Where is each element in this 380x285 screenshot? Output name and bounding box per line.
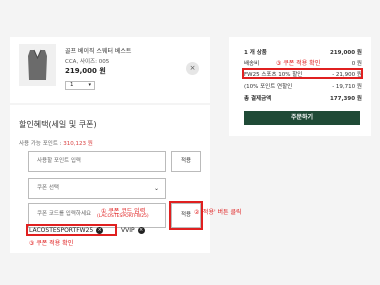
summary-value: 177,390 원	[329, 96, 362, 102]
coupon-code-placeholder: 쿠폰 코드를 입력하세요	[37, 211, 92, 217]
remove-item-button[interactable]: ×	[186, 62, 199, 75]
order-summary: 1 개 상품 219,000 원 배송비 0 원 ③ 쿠폰 적용 확인 FW25…	[229, 37, 371, 136]
annotation-step1-code: (LACOSTESPORTFW25)	[97, 214, 149, 219]
available-points-value: 310,123 원	[63, 141, 93, 147]
summary-value: - 19,710 원	[332, 84, 362, 90]
summary-label: 총 결제금액	[244, 96, 272, 102]
product-name[interactable]: 골프 베이직 스웨터 베스트	[65, 46, 131, 55]
product-card: 골프 베이직 스웨터 베스트 CCA, 사이즈: 005 219,000 원 1…	[10, 37, 210, 103]
annotation-step2: ② '적용' 버튼 클릭	[194, 209, 242, 216]
discount-section: 할인혜택(세일 및 쿠폰) 사용 가능 포인트 : 310,123 원 사용할 …	[10, 105, 210, 253]
summary-row: (10% 포인트 연할인 - 19,710 원	[244, 82, 362, 90]
quantity-value: 1	[70, 82, 74, 88]
applied-coupon-chip: VVIP ×	[121, 227, 145, 234]
summary-label: 배송비	[244, 61, 260, 67]
summary-row-total: 총 결제금액 177,390 원	[244, 94, 362, 102]
cart-page: 골프 베이직 스웨터 베스트 CCA, 사이즈: 005 219,000 원 1…	[0, 0, 380, 285]
product-options: CCA, 사이즈: 005	[65, 59, 110, 65]
applied-coupon-code: VVIP	[121, 227, 135, 234]
sweater-vest-icon	[28, 49, 47, 80]
points-apply-button[interactable]: 적용	[171, 151, 201, 172]
discount-title: 할인혜택(세일 및 쿠폰)	[19, 120, 97, 129]
summary-row: 1 개 상품 219,000 원	[244, 48, 362, 56]
product-image[interactable]	[19, 44, 56, 86]
annotation-step3-left: ③ 쿠폰 적용 확인	[29, 240, 74, 247]
annotation-step3-right: ③ 쿠폰 적용 확인	[276, 60, 321, 67]
summary-value: 0 원	[351, 61, 362, 67]
checkout-button[interactable]: 주문하기	[244, 111, 360, 125]
quantity-select[interactable]: 1 ▾	[65, 81, 95, 90]
chevron-down-icon: ⌄	[153, 185, 159, 192]
coupon-select-label: 쿠폰 선택	[37, 185, 59, 191]
close-icon[interactable]: ×	[137, 227, 145, 234]
points-input[interactable]: 사용할 포인트 입력	[28, 151, 166, 172]
summary-label: (10% 포인트 연할인	[244, 84, 293, 90]
summary-value: 219,000 원	[329, 50, 362, 56]
highlight-coupon-discount	[242, 68, 363, 79]
chevron-down-icon: ▾	[88, 82, 91, 88]
available-points-label: 사용 가능 포인트 :	[19, 141, 64, 147]
summary-label: 1 개 상품	[244, 50, 267, 56]
available-points: 사용 가능 포인트 : 310,123 원	[19, 139, 93, 147]
coupon-select[interactable]: 쿠폰 선택 ⌄	[28, 178, 166, 199]
product-price: 219,000 원	[65, 67, 106, 75]
highlight-applied-coupon	[26, 224, 117, 236]
